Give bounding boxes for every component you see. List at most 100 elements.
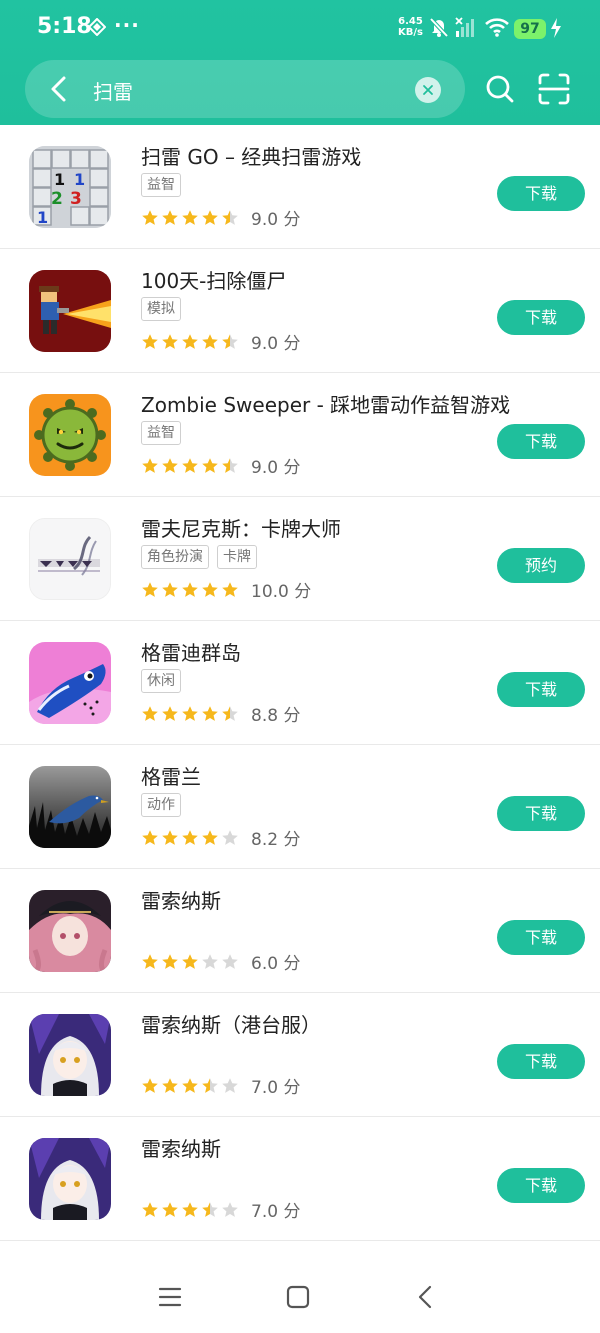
- star-rating: [141, 333, 239, 351]
- app-score: 10.0 分: [251, 582, 312, 602]
- app-name: 100天-扫除僵尸: [141, 269, 287, 293]
- list-item[interactable]: Zombie Sweeper - 踩地雷动作益智游戏 益智 9.0 分 下载: [0, 373, 600, 497]
- app-tags: 益智: [141, 421, 181, 445]
- star-full-icon: [182, 705, 198, 721]
- list-item[interactable]: 1 1 2 3 1 扫雷 GO – 经典扫雷游戏 益智 9.0 分 下载: [0, 125, 600, 249]
- app-tags: 休闲: [141, 669, 181, 693]
- battery-level: 97: [514, 19, 546, 39]
- scan-icon[interactable]: [537, 72, 571, 106]
- app-rating: 6.0 分: [141, 949, 300, 974]
- download-button[interactable]: 下载: [497, 424, 585, 459]
- star-rating: [141, 581, 239, 599]
- app-tag: 休闲: [141, 669, 181, 693]
- star-full-icon: [142, 1201, 158, 1217]
- star-full-icon: [202, 581, 218, 597]
- minesweeper-go-app-icon: 1 1 2 3 1: [29, 146, 111, 228]
- star-full-icon: [162, 1077, 178, 1093]
- list-item[interactable]: 格雷兰 动作 8.2 分 下载: [0, 745, 600, 869]
- back-arrow-icon[interactable]: [45, 74, 73, 104]
- star-full-icon: [162, 953, 178, 969]
- star-rating: [141, 829, 239, 847]
- search-bar: [25, 60, 465, 118]
- list-item[interactable]: 100天-扫除僵尸 模拟 9.0 分 下载: [0, 249, 600, 373]
- download-button[interactable]: 下载: [497, 672, 585, 707]
- list-item[interactable]: 雷索纳斯 6.0 分 下载: [0, 869, 600, 993]
- star-full-icon: [142, 1077, 158, 1093]
- system-navigation-bar: [0, 1262, 600, 1333]
- app-tag: 模拟: [141, 297, 181, 321]
- star-full-icon: [142, 705, 158, 721]
- reserve-button[interactable]: 预约: [497, 548, 585, 583]
- signal-icon: [455, 17, 474, 37]
- star-full-icon: [142, 209, 158, 225]
- download-button[interactable]: 下载: [497, 300, 585, 335]
- notification-app-icon: [88, 18, 106, 36]
- star-full-icon: [162, 1201, 178, 1217]
- search-icon[interactable]: [483, 72, 517, 106]
- star-full-icon: [182, 457, 198, 473]
- back-icon[interactable]: [411, 1282, 441, 1312]
- star-full-icon: [222, 581, 238, 597]
- star-empty-icon: [222, 1201, 238, 1217]
- network-speed-unit: KB/s: [398, 27, 423, 38]
- star-half-icon: [222, 457, 238, 473]
- resonance-app-icon: [29, 890, 111, 972]
- star-full-icon: [202, 829, 218, 845]
- star-full-icon: [162, 829, 178, 845]
- list-item[interactable]: 雷索纳斯 7.0 分 下载: [0, 1117, 600, 1241]
- star-empty-icon: [222, 953, 238, 969]
- app-tag: 卡牌: [217, 545, 257, 569]
- network-speed-value: 6.45: [398, 16, 423, 27]
- 100-days-zombie-app-icon: [29, 270, 111, 352]
- app-tags: 角色扮演 卡牌: [141, 545, 257, 569]
- star-full-icon: [182, 1201, 198, 1217]
- charging-icon: [551, 18, 561, 38]
- app-tag: 角色扮演: [141, 545, 209, 569]
- app-score: 7.0 分: [251, 1078, 301, 1098]
- app-score: 9.0 分: [251, 334, 301, 354]
- star-full-icon: [182, 581, 198, 597]
- search-input[interactable]: [91, 72, 395, 108]
- app-name: 格雷迪群岛: [141, 641, 241, 665]
- list-item[interactable]: 格雷迪群岛 休闲 8.8 分 下载: [0, 621, 600, 745]
- resonance-hk-tw-app-icon: [29, 1014, 111, 1096]
- zombie-sweeper-app-icon: [29, 394, 111, 476]
- list-item[interactable]: 雷索纳斯（港台服） 7.0 分 下载: [0, 993, 600, 1117]
- list-item[interactable]: 雷夫尼克斯：卡牌大师 角色扮演 卡牌 10.0 分 预约: [0, 497, 600, 621]
- star-full-icon: [142, 333, 158, 349]
- app-score: 6.0 分: [251, 954, 301, 974]
- app-rating: 9.0 分: [141, 453, 300, 478]
- star-half-icon: [222, 209, 238, 225]
- mute-notification-icon: [429, 17, 449, 38]
- resonance-app-icon-alt: [29, 1138, 111, 1220]
- svg-text:1: 1: [54, 170, 65, 189]
- network-speed: 6.45 KB/s: [398, 16, 423, 38]
- download-button[interactable]: 下载: [497, 920, 585, 955]
- star-full-icon: [142, 457, 158, 473]
- app-score: 9.0 分: [251, 458, 301, 478]
- svg-text:3: 3: [70, 189, 82, 209]
- app-score: 8.2 分: [251, 830, 301, 850]
- grady-islands-app-icon: [29, 642, 111, 724]
- download-button[interactable]: 下载: [497, 1168, 585, 1203]
- download-button[interactable]: 下载: [497, 176, 585, 211]
- app-rating: 9.0 分: [141, 329, 300, 354]
- top-bar: 5:18 ··· 6.45 KB/s 97: [0, 0, 600, 125]
- star-full-icon: [202, 333, 218, 349]
- app-rating: 10.0 分: [141, 577, 311, 602]
- status-bar: 5:18 ··· 6.45 KB/s 97: [0, 0, 600, 58]
- app-name: 雷索纳斯: [141, 889, 221, 913]
- app-rating: 9.0 分: [141, 205, 300, 230]
- star-full-icon: [142, 829, 158, 845]
- download-button[interactable]: 下载: [497, 796, 585, 831]
- home-icon[interactable]: [283, 1282, 313, 1312]
- download-button[interactable]: 下载: [497, 1044, 585, 1079]
- star-full-icon: [182, 953, 198, 969]
- app-rating: 7.0 分: [141, 1073, 300, 1098]
- star-full-icon: [162, 209, 178, 225]
- clear-search-icon[interactable]: [415, 77, 441, 103]
- app-score: 8.8 分: [251, 706, 301, 726]
- star-full-icon: [142, 953, 158, 969]
- app-name: 雷索纳斯（港台服）: [141, 1013, 321, 1037]
- menu-icon[interactable]: [155, 1282, 185, 1312]
